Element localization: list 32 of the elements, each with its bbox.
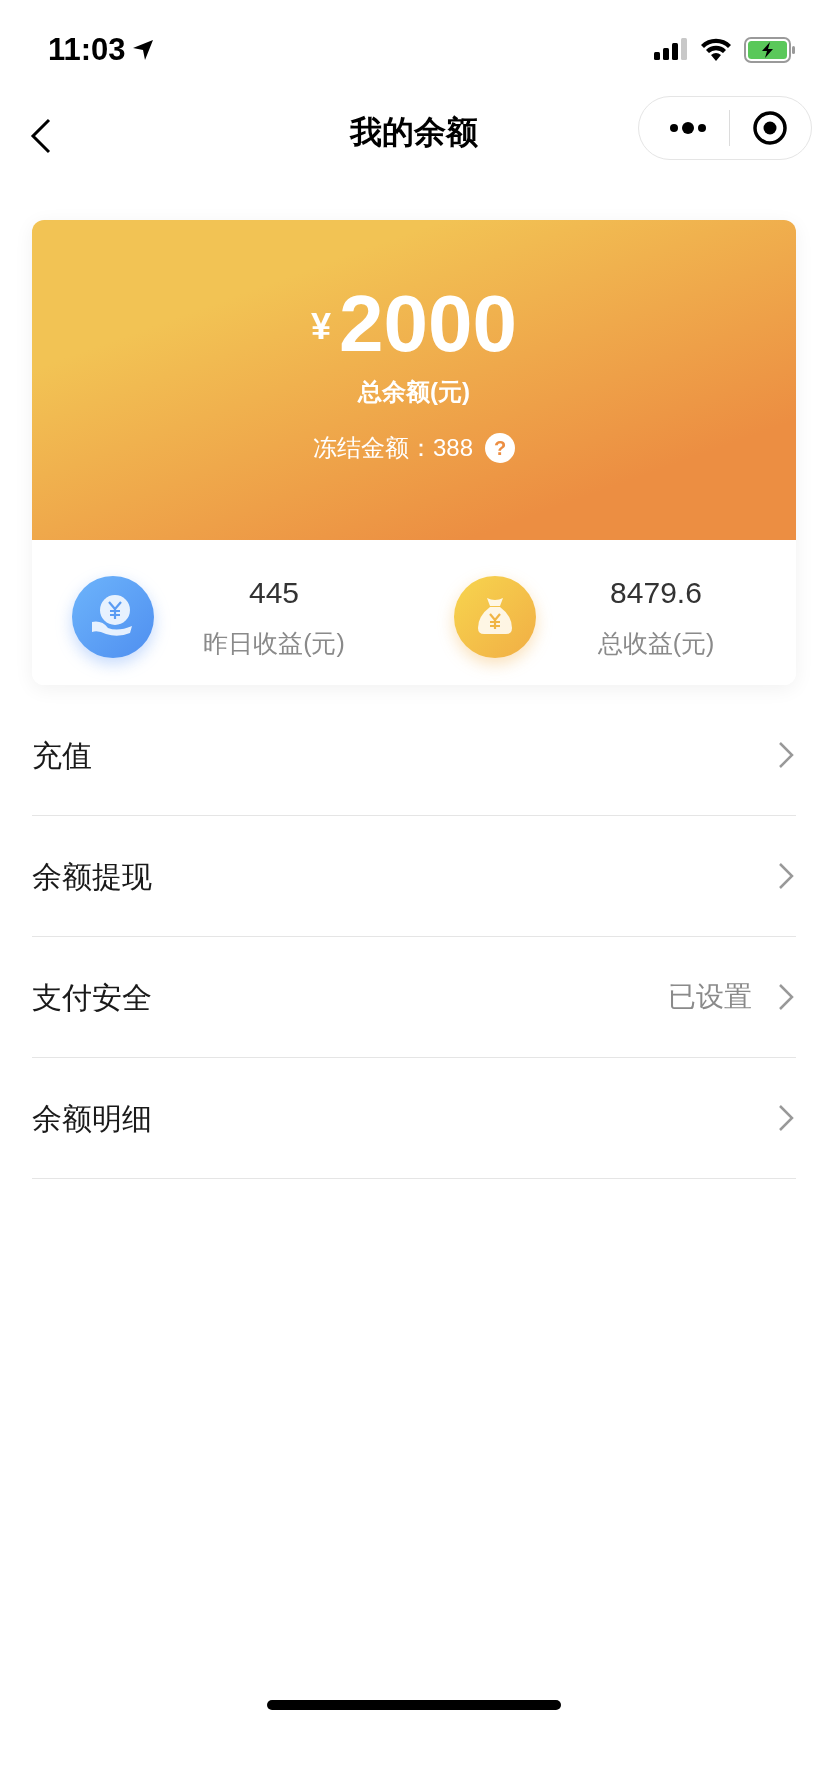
earnings-value: 445 [248,575,300,612]
menu-row[interactable]: 充值 [32,695,796,816]
location-arrow-icon [131,39,154,61]
chevron-right-icon [778,862,794,890]
close-target-icon[interactable] [752,110,788,146]
back-icon[interactable] [30,118,52,154]
balance-label: 总余额(元) [358,377,470,407]
battery-icon [744,37,796,63]
hand-coin-icon [72,575,154,658]
menu-row[interactable]: 余额提现 [32,816,796,937]
menu-row[interactable]: 支付安全 已设置 [32,937,796,1058]
balance-amount: 2000 [339,282,517,366]
chevron-right-icon [778,983,794,1011]
menu-label: 余额提现 [32,858,153,895]
earnings-label: 昨日收益(元) [203,628,345,660]
earnings-value: 8479.6 [610,575,702,612]
more-icon[interactable] [669,121,707,135]
wifi-icon [700,38,732,62]
menu-label: 余额明细 [32,1100,153,1137]
status-time: 11:03 [48,30,126,69]
currency-symbol: ¥ [311,305,332,349]
signal-icon [654,38,688,62]
menu-row[interactable]: 余额明细 [32,1058,796,1179]
frozen-amount: 冻结金额：388 [312,433,473,463]
chevron-right-icon [778,741,794,769]
menu-label: 支付安全 [32,979,153,1016]
page-title: 我的余额 [350,113,478,152]
earnings-label: 总收益(元) [597,628,715,660]
chevron-right-icon [778,1104,794,1132]
menu-label: 充值 [32,737,93,774]
menu-value: 已设置 [668,980,752,1014]
money-bag-icon [454,575,536,658]
